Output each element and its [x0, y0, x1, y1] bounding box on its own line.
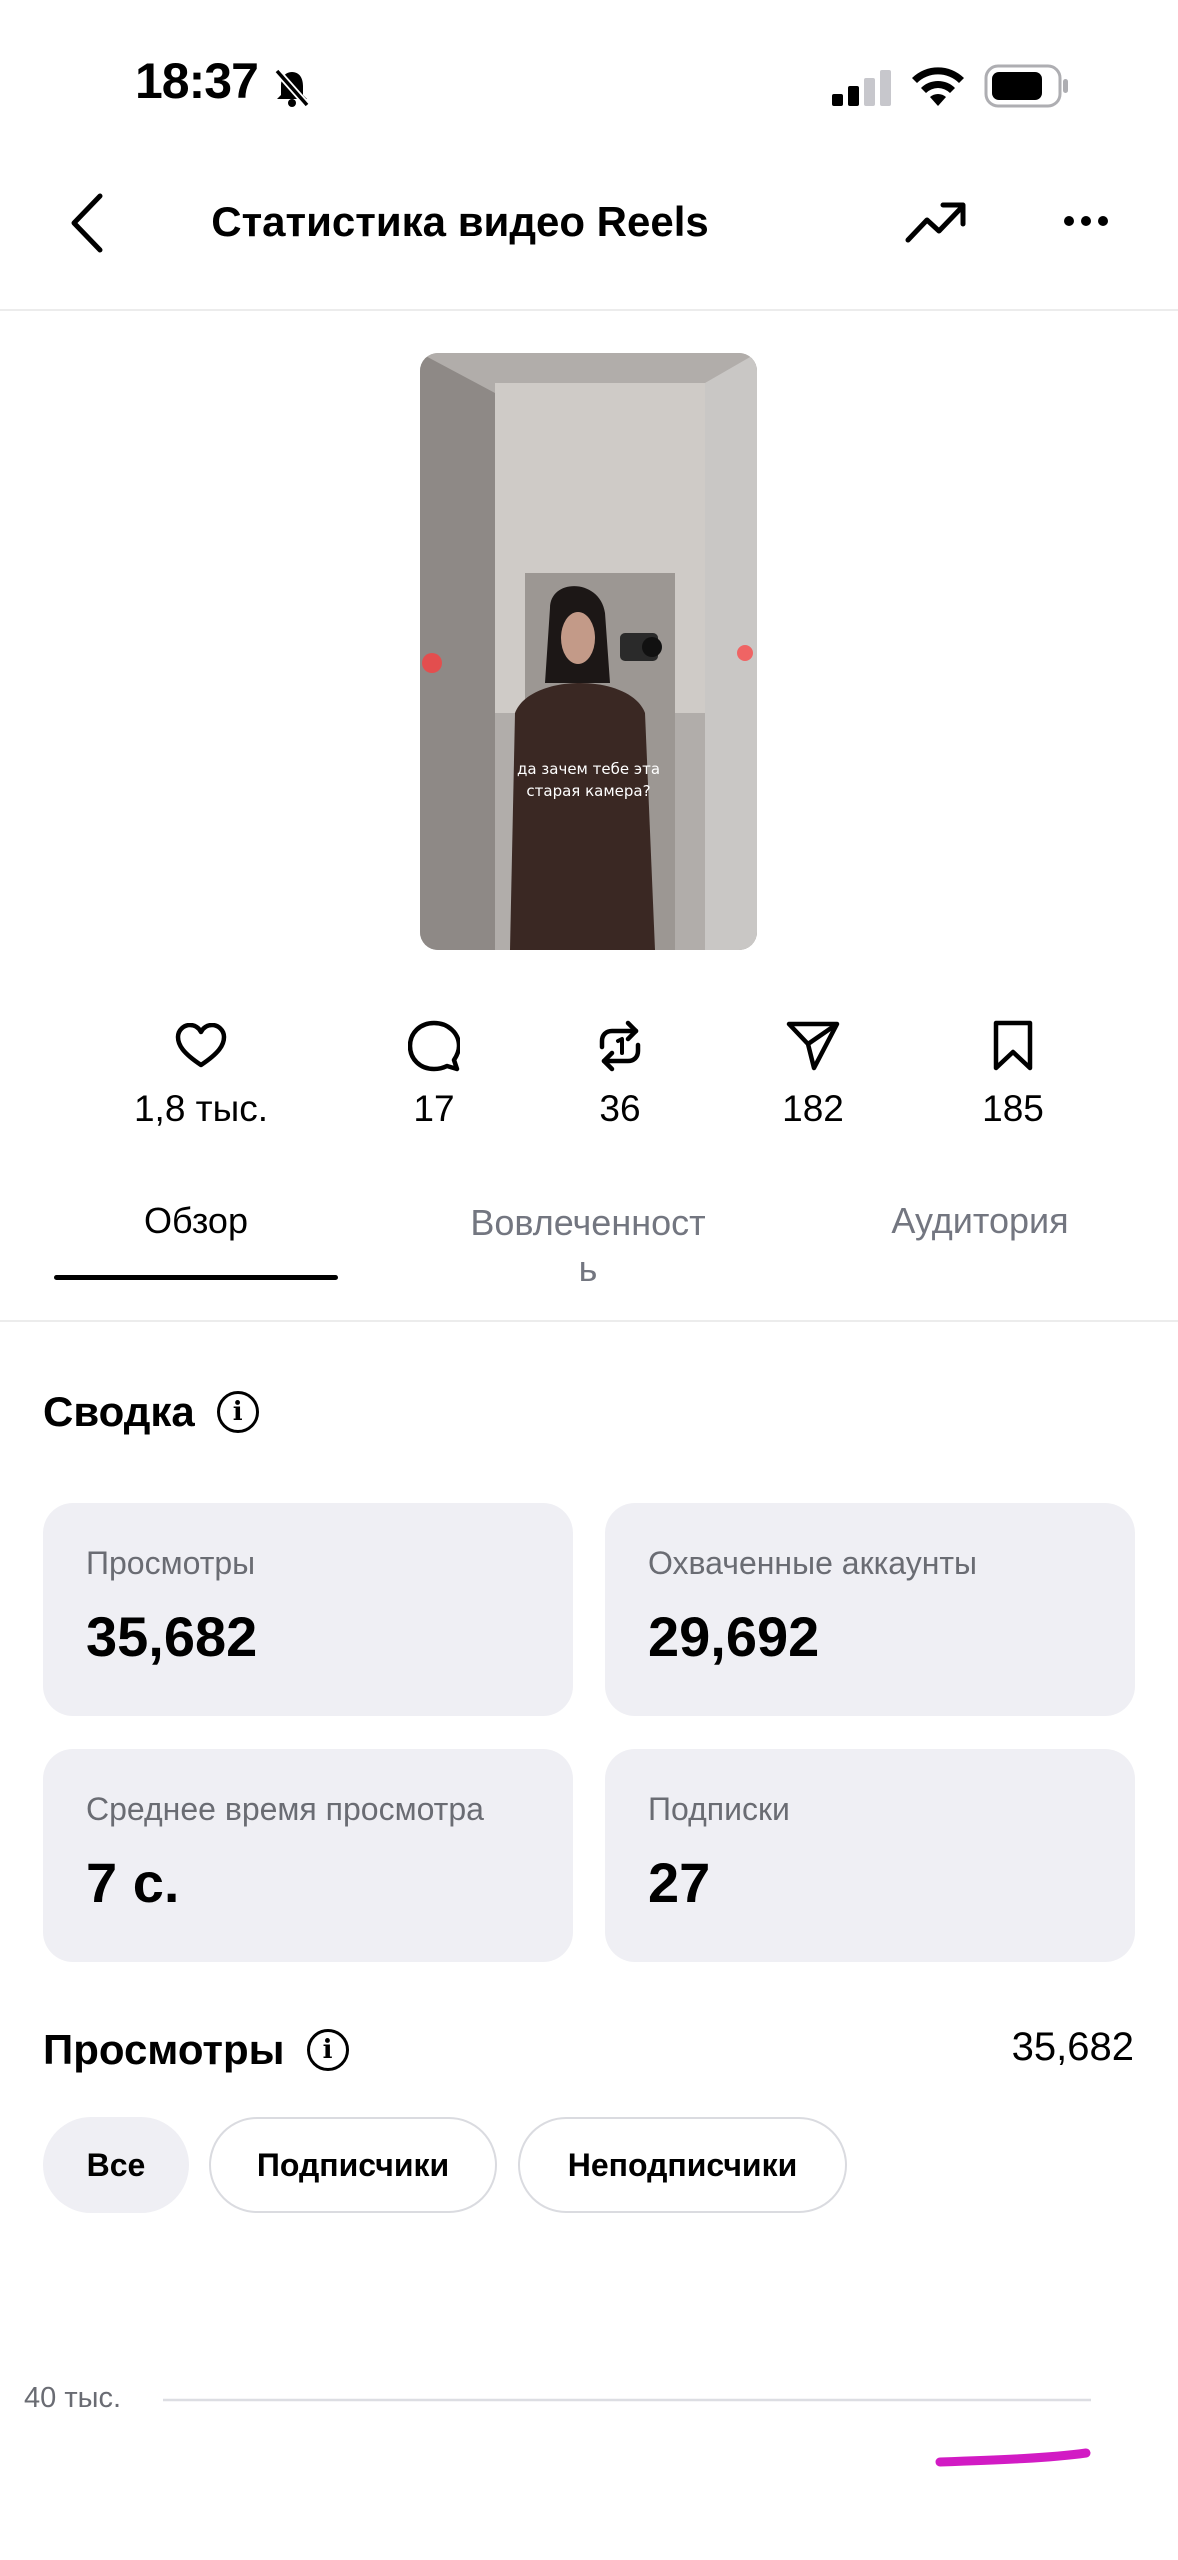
tab-engagement[interactable]: Вовлеченност ь [438, 1200, 738, 1292]
tab-engagement-label: ь [578, 1248, 598, 1289]
comments-stat[interactable]: 17 [334, 1016, 534, 1130]
reel-thumbnail-image [420, 353, 757, 950]
avg-watch-time-card[interactable]: Среднее время просмотра 7 с. [43, 1749, 573, 1962]
battery-icon [984, 64, 1068, 108]
likes-stat[interactable]: 1,8 тыс. [101, 1016, 301, 1130]
views-card[interactable]: Просмотры 35,682 [43, 1503, 573, 1716]
tabs-divider [0, 1320, 1178, 1322]
card-value: 35,682 [86, 1605, 258, 1668]
shares-count: 182 [782, 1088, 844, 1129]
card-label: Просмотры [86, 1545, 256, 1581]
views-title: Просмотры [43, 2026, 285, 2073]
comment-icon [408, 1020, 460, 1072]
header-divider [0, 309, 1178, 311]
tab-overview[interactable]: Обзор [54, 1200, 338, 1242]
reel-thumbnail[interactable]: да зачем тебе эта старая камера? [420, 353, 757, 950]
views-total: 35,682 [1011, 2025, 1134, 2069]
summary-heading: Сводка i [43, 1388, 259, 1436]
info-icon[interactable]: i [216, 1391, 259, 1433]
repost-icon [599, 1020, 641, 1072]
trending-icon[interactable] [905, 200, 967, 246]
views-heading: Просмотры i [43, 2026, 349, 2074]
reposts-count: 36 [599, 1088, 641, 1129]
comments-count: 17 [413, 1088, 455, 1129]
filter-all-chip[interactable]: Все [43, 2117, 189, 2213]
card-label: Охваченные аккаунты [648, 1545, 978, 1581]
tab-engagement-label: Вовлеченност [470, 1202, 706, 1243]
follows-card[interactable]: Подписки 27 [605, 1749, 1135, 1962]
reached-accounts-card[interactable]: Охваченные аккаунты 29,692 [605, 1503, 1135, 1716]
bookmark-icon [993, 1020, 1033, 1071]
filter-followers-chip[interactable]: Подписчики [209, 2117, 497, 2213]
thumbnail-caption-line: да зачем тебе эта [516, 760, 661, 778]
reposts-stat[interactable]: 36 [520, 1016, 720, 1130]
chart-series-line [935, 2448, 1091, 2467]
thumbnail-caption-line: старая камера? [526, 782, 651, 800]
heart-icon [175, 1023, 227, 1068]
cellular-signal-icon [832, 70, 891, 106]
saves-stat[interactable]: 185 [913, 1016, 1113, 1130]
card-value: 29,692 [648, 1605, 820, 1668]
tab-audience[interactable]: Аудитория [840, 1200, 1120, 1242]
shares-stat[interactable]: 182 [713, 1016, 913, 1130]
filter-non-followers-chip[interactable]: Неподписчики [518, 2117, 847, 2213]
card-label: Подписки [648, 1791, 790, 1827]
summary-title: Сводка [43, 1388, 195, 1435]
info-icon[interactable]: i [306, 2029, 349, 2071]
saves-count: 185 [982, 1088, 1044, 1129]
y-tick-label: 40 тыс. [24, 2382, 121, 2414]
card-label: Среднее время просмотра [86, 1791, 484, 1827]
card-value: 27 [648, 1851, 711, 1914]
silent-bell-icon [274, 68, 310, 108]
active-tab-indicator [54, 1275, 338, 1280]
card-value: 7 с. [86, 1851, 180, 1914]
likes-count: 1,8 тыс. [133, 1088, 269, 1129]
more-options-icon[interactable] [1063, 214, 1109, 228]
page-title: Статистика видео Reels [211, 198, 709, 245]
status-time: 18:37 [135, 53, 259, 109]
views-chart [163, 2398, 1091, 2467]
wifi-icon [912, 67, 964, 106]
share-icon [786, 1021, 840, 1071]
